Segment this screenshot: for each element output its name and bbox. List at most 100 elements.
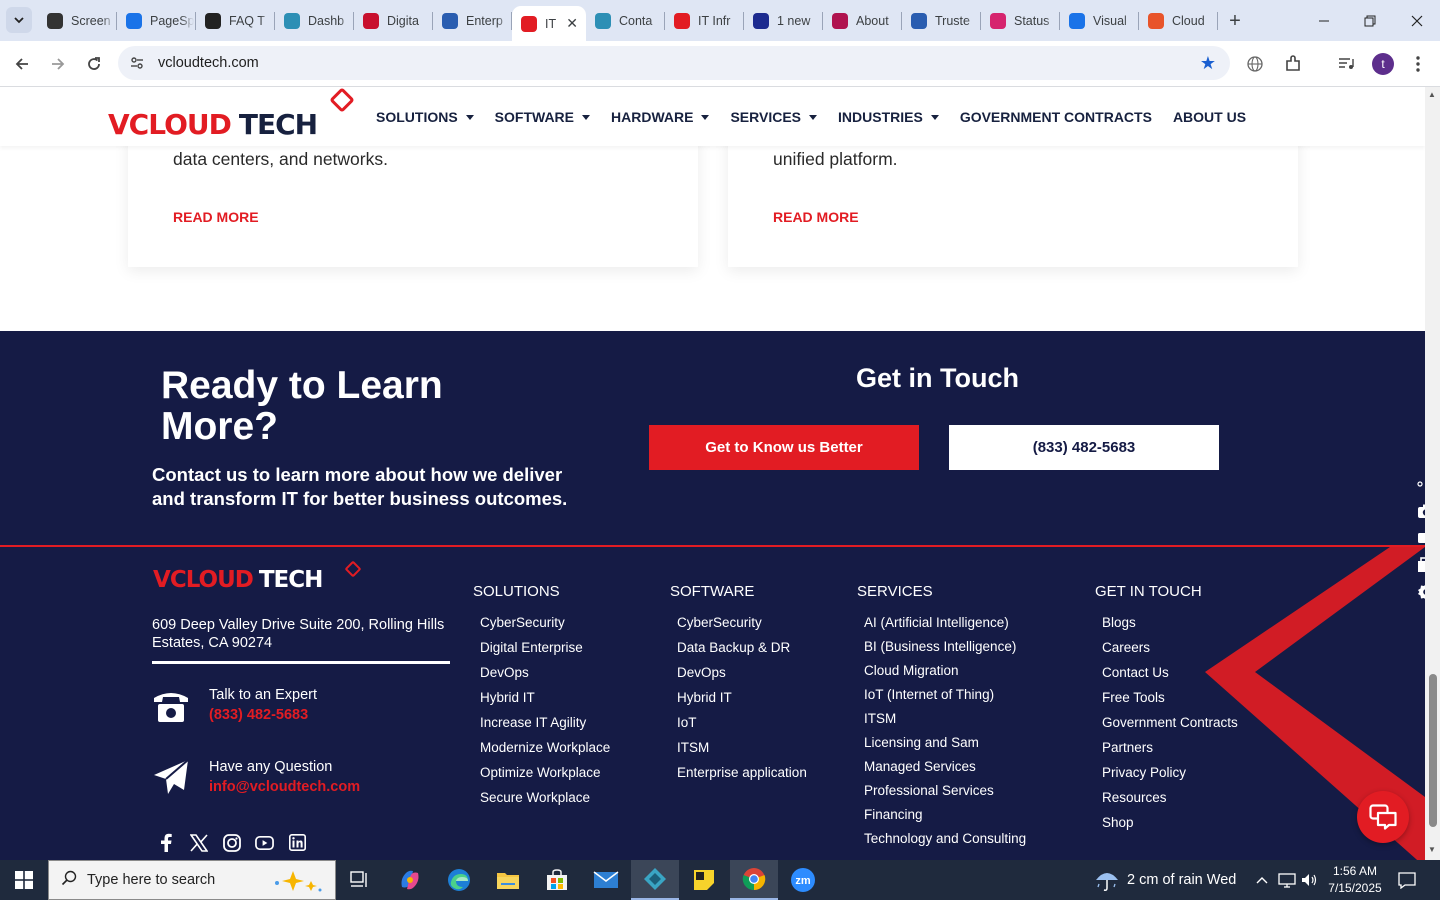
copilot-icon[interactable]	[386, 860, 434, 900]
close-window-button[interactable]	[1394, 0, 1440, 41]
footer-link[interactable]: DevOps	[677, 665, 807, 690]
browser-tab[interactable]: 1 new	[744, 0, 823, 41]
network-icon[interactable]	[1276, 860, 1298, 900]
footer-link[interactable]: Shop	[1102, 815, 1238, 840]
link-more-icon[interactable]	[1417, 475, 1425, 493]
footer-link[interactable]: Government Contracts	[1102, 715, 1238, 740]
footer-link[interactable]: Blogs	[1102, 615, 1238, 640]
browser-tab[interactable]: Screen	[38, 0, 117, 41]
volume-icon[interactable]	[1298, 860, 1320, 900]
footer-link[interactable]: Careers	[1102, 640, 1238, 665]
footer-link[interactable]: Partners	[1102, 740, 1238, 765]
get-to-know-us-button[interactable]: Get to Know us Better	[649, 425, 919, 470]
footer-link[interactable]: Data Backup & DR	[677, 640, 807, 665]
footer-logo[interactable]: VCLOUD TECH	[153, 560, 362, 593]
zoom-app-icon[interactable]: zm	[779, 860, 827, 900]
tray-chevron-up-icon[interactable]	[1252, 860, 1272, 900]
scroll-down-icon[interactable]: ▼	[1428, 845, 1436, 854]
extensions-icon[interactable]	[1281, 52, 1305, 76]
site-logo[interactable]: V CLOUD TECH	[108, 87, 355, 141]
browser-tab[interactable]: Digita	[354, 0, 433, 41]
browser-tab[interactable]: Conta	[586, 0, 665, 41]
footer-link[interactable]: Enterprise application	[677, 765, 807, 790]
footer-link[interactable]: Modernize Workplace	[480, 740, 610, 765]
footer-link[interactable]: ITSM	[864, 711, 1026, 735]
close-tab-icon[interactable]: ✕	[566, 15, 578, 32]
address-bar[interactable]: vcloudtech.com ★	[118, 46, 1230, 80]
footer-link[interactable]: Resources	[1102, 790, 1238, 815]
footer-link[interactable]: Managed Services	[864, 759, 1026, 783]
footer-link[interactable]: Professional Services	[864, 783, 1026, 807]
reload-button[interactable]	[79, 49, 109, 79]
weather-widget[interactable]: 2 cm of rain Wed	[1094, 860, 1236, 900]
footer-link[interactable]: DevOps	[480, 665, 610, 690]
nav-item[interactable]: SERVICES	[730, 109, 818, 125]
app-diamond-icon[interactable]	[631, 860, 679, 900]
x-twitter-icon[interactable]	[189, 833, 208, 852]
read-more-link[interactable]: READ MORE	[173, 209, 259, 225]
task-view-icon[interactable]	[336, 860, 384, 900]
nav-item[interactable]: GOVERNMENT CONTRACTS	[960, 109, 1152, 125]
back-button[interactable]	[7, 49, 37, 79]
footer-link[interactable]: CyberSecurity	[677, 615, 807, 640]
browser-tab[interactable]: About	[823, 0, 902, 41]
browser-tab[interactable]: Enterp	[433, 0, 512, 41]
mail-icon[interactable]	[582, 860, 630, 900]
nav-item[interactable]: SOFTWARE	[495, 109, 591, 125]
footer-link[interactable]: Increase IT Agility	[480, 715, 610, 740]
browser-tab[interactable]: IT ✕	[512, 6, 586, 41]
profile-avatar[interactable]: t	[1372, 53, 1394, 75]
sticky-notes-icon[interactable]	[680, 860, 728, 900]
tab-search-button[interactable]	[6, 7, 32, 33]
browser-tab[interactable]: FAQ T	[196, 0, 275, 41]
footer-link[interactable]: Cloud Migration	[864, 663, 1026, 687]
nav-item[interactable]: HARDWARE	[611, 109, 710, 125]
footer-link[interactable]: Technology and Consulting	[864, 831, 1026, 855]
microsoft-store-icon[interactable]	[533, 860, 581, 900]
notifications-icon[interactable]	[1394, 860, 1420, 900]
nav-item[interactable]: INDUSTRIES	[838, 109, 939, 125]
footer-link[interactable]: Financing	[864, 807, 1026, 831]
browser-tab[interactable]: IT Infr	[665, 0, 744, 41]
bookmark-star-icon[interactable]: ★	[1200, 53, 1216, 74]
taskbar-search[interactable]: Type here to search	[48, 860, 336, 900]
edge-browser-icon[interactable]	[435, 860, 483, 900]
youtube-icon[interactable]	[255, 833, 274, 852]
scrollbar-thumb[interactable]	[1429, 674, 1437, 827]
new-tab-button[interactable]: +	[1222, 8, 1248, 34]
footer-link[interactable]: Free Tools	[1102, 690, 1238, 715]
browser-tab[interactable]: Cloud	[1139, 0, 1218, 41]
file-explorer-icon[interactable]	[484, 860, 532, 900]
read-more-link[interactable]: READ MORE	[773, 209, 859, 225]
page-scrollbar[interactable]: ▲ ▼	[1425, 87, 1440, 860]
chrome-icon[interactable]	[730, 860, 778, 900]
browser-tab[interactable]: Visual	[1060, 0, 1139, 41]
footer-link[interactable]: Hybrid IT	[677, 690, 807, 715]
clock[interactable]: 1:56 AM 7/15/2025	[1318, 863, 1392, 897]
browser-tab[interactable]: Dashb	[275, 0, 354, 41]
menu-kebab-icon[interactable]	[1406, 52, 1430, 76]
footer-link[interactable]: IoT	[677, 715, 807, 740]
footer-link[interactable]: Optimize Workplace	[480, 765, 610, 790]
nav-item[interactable]: ABOUT US	[1173, 109, 1246, 125]
footer-link[interactable]: Contact Us	[1102, 665, 1238, 690]
forward-button[interactable]	[43, 49, 73, 79]
footer-link[interactable]: IoT (Internet of Thing)	[864, 687, 1026, 711]
browser-tab[interactable]: Truste	[902, 0, 981, 41]
site-info-icon[interactable]	[124, 56, 150, 70]
linkedin-icon[interactable]	[288, 833, 307, 852]
nav-item[interactable]: SOLUTIONS	[376, 109, 474, 125]
translate-icon[interactable]	[1243, 52, 1267, 76]
settings-gear-icon[interactable]	[1417, 583, 1425, 601]
footer-link[interactable]: Privacy Policy	[1102, 765, 1238, 790]
scroll-up-icon[interactable]: ▲	[1428, 90, 1436, 99]
talk-phone-link[interactable]: (833) 482-5683	[209, 707, 317, 723]
chat-widget-button[interactable]	[1357, 791, 1409, 843]
instagram-icon[interactable]	[222, 833, 241, 852]
media-control-icon[interactable]	[1334, 52, 1358, 76]
footer-link[interactable]: BI (Business Intelligence)	[864, 639, 1026, 663]
window-icon[interactable]	[1417, 556, 1425, 574]
footer-link[interactable]: ITSM	[677, 740, 807, 765]
minimize-button[interactable]	[1301, 0, 1347, 41]
start-button[interactable]	[0, 860, 48, 900]
